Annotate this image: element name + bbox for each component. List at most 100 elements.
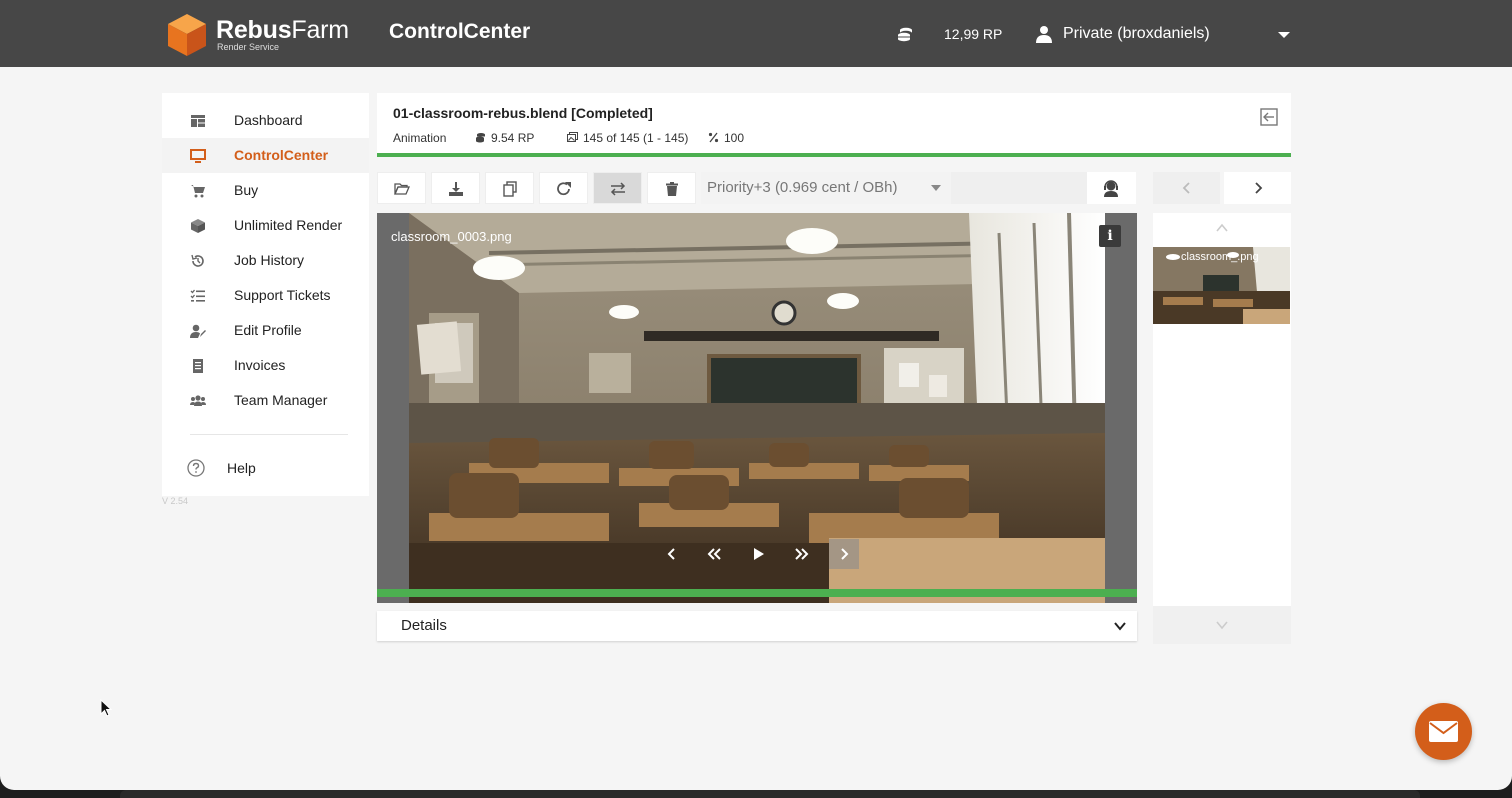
restart-button[interactable] [539,172,588,204]
chevron-up-icon[interactable] [1215,221,1229,235]
job-type: Animation [393,131,447,145]
redo-icon [557,182,571,196]
coins-icon [476,133,485,143]
preview-filename: classroom_0003.png [391,229,512,244]
cube-logo-icon [168,14,206,56]
folder-open-icon [394,183,410,195]
sidebar-item-buy[interactable]: Buy [162,173,369,208]
job-cost: 9.54 RP [475,131,534,145]
sidebar-item-support-tickets[interactable]: Support Tickets [162,278,369,313]
sidebar-item-label: Buy [234,182,259,198]
previous-frame-button[interactable] [657,539,687,569]
delete-button[interactable] [647,172,696,204]
trash-icon [666,182,678,196]
thumbnail-item[interactable]: classroom_.png [1153,247,1290,324]
sidebar-item-controlcenter[interactable]: ControlCenter [162,138,369,173]
window-bottom-edge [120,790,1420,798]
copy-button[interactable] [485,172,534,204]
sidebar-item-label: Unlimited Render [234,217,343,233]
user-edit-icon [190,324,206,338]
job-frames-value: 145 of 145 (1 - 145) [583,131,689,145]
sidebar-item-label: ControlCenter [234,147,329,163]
previous-job-button[interactable] [1153,172,1220,204]
next-frame-button[interactable] [829,539,859,569]
sidebar-item-unlimited-render[interactable]: Unlimited Render [162,208,369,243]
job-progress-bar [377,153,1291,157]
job-title: 01-classroom-rebus.blend [Completed] [393,105,653,121]
top-bar: RebusFarm Render Service ControlCenter 1… [0,0,1512,67]
priority-value: Priority+3 (0.969 cent / OBh) [707,179,898,196]
exchange-icon [610,182,626,196]
sidebar-item-label: Help [227,460,256,476]
priority-select[interactable]: Priority+3 (0.969 cent / OBh) [701,172,951,204]
brand-name: RebusFarm [216,16,349,44]
info-button[interactable]: i [1099,225,1121,247]
render-preview[interactable]: classroom_0003.png i [377,213,1137,603]
caret-down-icon[interactable] [1278,32,1290,38]
help-circle-icon [187,459,205,477]
thumbnail-label: classroom_.png [1181,251,1259,263]
sidebar-divider [190,434,348,435]
double-chevron-left-icon [707,548,721,560]
preview-progress-bar [377,589,1137,597]
copy-icon [503,181,517,197]
sidebar-item-label: Invoices [234,357,286,373]
sidebar-item-dashboard[interactable]: Dashboard [162,103,369,138]
credits-balance: 12,99 RP [944,26,1003,42]
app-window: RebusFarm Render Service ControlCenter 1… [0,0,1512,790]
thumbnail-scroll-down[interactable] [1153,606,1291,644]
team-icon [190,395,206,406]
open-folder-button[interactable] [377,172,426,204]
sidebar-item-label: Edit Profile [234,322,302,338]
switch-button[interactable] [593,172,642,204]
details-accordion[interactable]: Details [377,611,1137,641]
user-account-menu[interactable]: Private (broxdaniels) [1063,25,1210,43]
job-frames: 145 of 145 (1 - 145) [567,131,688,145]
support-agent-icon [1104,180,1118,197]
history-icon [191,254,204,267]
chevron-left-icon [667,548,675,560]
sidebar-item-label: Dashboard [234,112,303,128]
details-label: Details [401,617,447,634]
thumbnail-strip: classroom_.png [1153,213,1291,606]
user-icon [1036,26,1052,43]
sidebar-item-invoices[interactable]: Invoices [162,348,369,383]
sidebar-item-label: Team Manager [234,392,328,408]
box-icon [191,219,205,233]
rebusfarm-logo[interactable]: RebusFarm Render Service [166,12,349,58]
play-icon [754,548,764,560]
tasks-icon [190,289,205,302]
monitor-icon [190,149,206,163]
chevron-down-icon [1114,622,1126,631]
sidebar-item-edit-profile[interactable]: Edit Profile [162,313,369,348]
sidebar-item-label: Support Tickets [234,287,331,303]
support-agent-button[interactable] [1087,172,1136,204]
mouse-cursor-icon [100,699,112,717]
play-button[interactable] [743,539,773,569]
rewind-button[interactable] [699,539,729,569]
invoice-icon [193,359,203,373]
next-job-button[interactable] [1224,172,1291,204]
job-progress-fill [377,153,1291,157]
caret-down-icon [931,185,941,191]
fast-forward-button[interactable] [787,539,817,569]
sidebar-item-label: Job History [234,252,305,268]
download-button[interactable] [431,172,480,204]
sidebar-item-team-manager[interactable]: Team Manager [162,383,369,418]
exit-icon[interactable] [1259,107,1279,127]
percent-icon [708,132,719,143]
toolbar-spacer [951,172,1087,204]
app-title: ControlCenter [389,20,531,43]
coins-icon [898,27,912,42]
job-cost-value: 9.54 RP [491,131,535,145]
sidebar-item-job-history[interactable]: Job History [162,243,369,278]
chevron-down-icon [1216,621,1228,630]
contact-chat-button[interactable] [1415,703,1472,760]
job-percent: 100 [708,131,744,145]
sidebar-item-help[interactable]: Help [162,451,369,486]
sidebar-nav: Dashboard ControlCenter Buy Unlimited Re… [162,93,369,496]
job-percent-value: 100 [724,131,745,145]
chevron-right-icon [1255,182,1263,194]
images-icon [567,132,578,142]
brand-subtitle: Render Service [217,42,280,52]
